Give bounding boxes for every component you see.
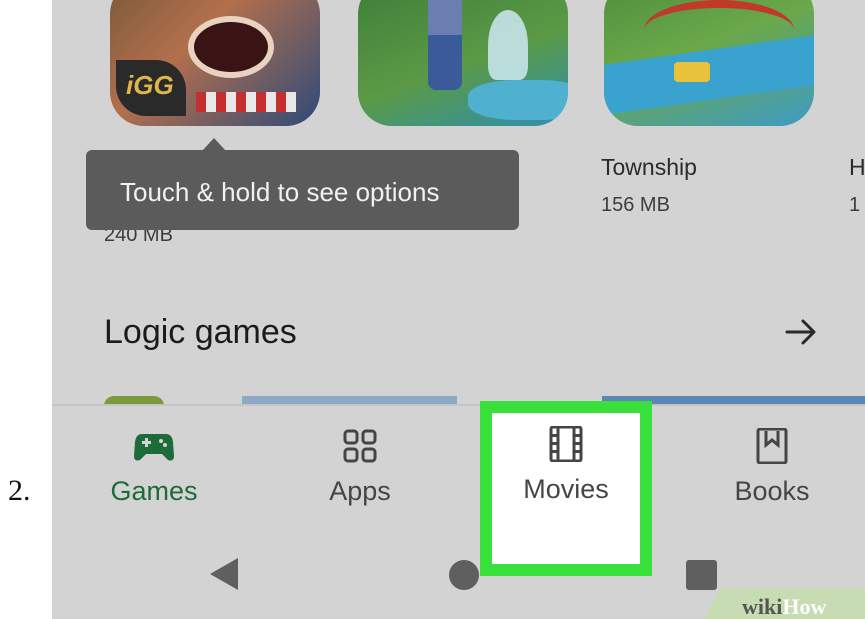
app-size-township: 156 MB — [601, 194, 670, 216]
yellow-car-art — [674, 62, 710, 82]
app-tile-township[interactable] — [604, 0, 814, 126]
wikihow-watermark: wikiHow — [742, 594, 827, 619]
app-tile-garden-game[interactable] — [358, 0, 568, 126]
film-icon — [549, 426, 583, 462]
touch-hold-tooltip: Touch & hold to see options — [86, 150, 519, 230]
gamepad-icon — [134, 434, 174, 461]
back-icon[interactable] — [208, 556, 240, 592]
app-size-partial: 1 — [849, 194, 861, 216]
app-tile-igg-game[interactable]: iGG — [110, 0, 320, 126]
nav-label-games: Games — [110, 476, 198, 506]
nav-tab-movies[interactable]: Movies — [492, 426, 640, 505]
nav-label-books: Books — [734, 476, 810, 506]
bookmark-book-icon — [756, 428, 788, 464]
app-name-township[interactable]: Township — [601, 154, 697, 181]
nav-tab-games[interactable]: Games — [79, 428, 229, 507]
home-icon[interactable] — [449, 560, 479, 590]
fountain-art — [488, 10, 528, 80]
nav-label-movies: Movies — [523, 474, 609, 504]
apps-grid-icon — [343, 429, 377, 463]
recents-icon[interactable] — [686, 560, 717, 590]
nav-tab-apps[interactable]: Apps — [285, 428, 435, 507]
nav-tab-books[interactable]: Books — [697, 428, 847, 507]
section-title-logic-games: Logic games — [104, 313, 297, 351]
character-mouth-art — [188, 16, 274, 78]
phone-screen: iGG Township 156 MB H 1 240 MB Touch & h… — [52, 0, 865, 619]
character-figure-art — [428, 0, 462, 90]
app-name-partial[interactable]: H — [849, 154, 865, 181]
red-bridge-art — [644, 0, 794, 60]
arrow-right-icon[interactable] — [781, 312, 821, 352]
striped-ribbon-art — [196, 92, 296, 112]
step-number: 2. — [8, 474, 31, 507]
water-art — [468, 80, 568, 120]
igg-logo: iGG — [116, 60, 186, 116]
nav-label-apps: Apps — [329, 476, 391, 506]
